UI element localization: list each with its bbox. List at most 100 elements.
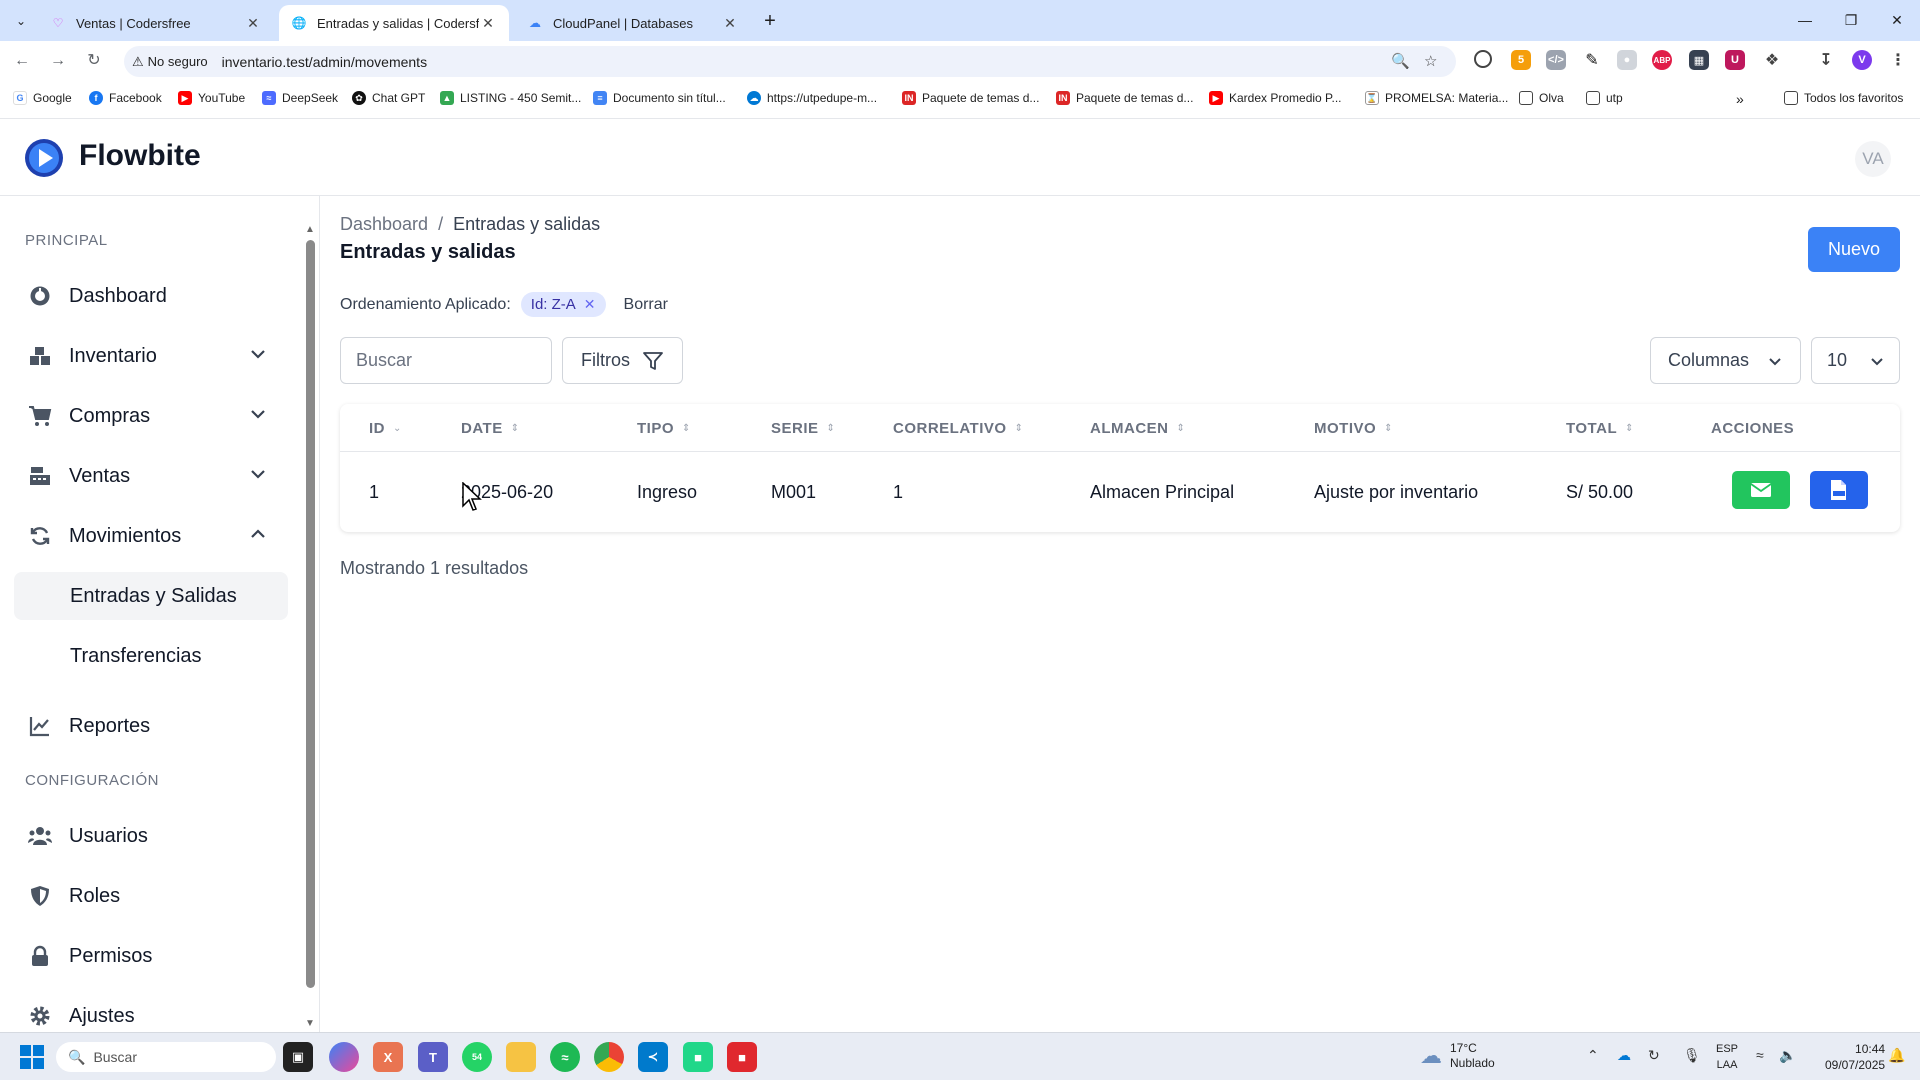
security-indicator[interactable]: ⚠ No seguro	[132, 54, 208, 70]
sync-icon[interactable]: ↻	[1648, 1047, 1660, 1064]
back-arrow-icon[interactable]: ←	[8, 49, 36, 73]
language-indicator[interactable]: ESP LAA	[1716, 1041, 1738, 1073]
breadcrumb-dashboard-link[interactable]: Dashboard	[340, 214, 428, 235]
bookmark-google[interactable]: G Google	[13, 91, 72, 105]
bookmark-kardex[interactable]: ▶ Kardex Promedio P...	[1209, 91, 1342, 105]
per-page-select[interactable]: 10	[1811, 337, 1900, 384]
reload-icon[interactable]: ↻	[80, 49, 108, 73]
scroll-up-arrow-icon[interactable]: ▲	[305, 224, 315, 235]
close-tab-icon[interactable]: ✕	[244, 15, 262, 32]
code-extension-icon[interactable]: </>	[1546, 50, 1566, 70]
download-pdf-button[interactable]	[1810, 471, 1868, 509]
windows-start-icon[interactable]	[20, 1045, 44, 1069]
zoom-magnifier-icon[interactable]: 🔍	[1391, 52, 1410, 70]
more-bookmarks-chevron-icon[interactable]: »	[1736, 91, 1744, 107]
column-header-date[interactable]: DATE ⇕	[461, 420, 520, 437]
browser-tab-entradas[interactable]: 🌐 Entradas y salidas | Codersfree ✕	[279, 5, 509, 41]
user-avatar[interactable]: VA	[1855, 141, 1891, 177]
column-header-correlativo[interactable]: CORRELATIVO ⇕	[893, 420, 1023, 437]
microphone-icon[interactable]: 🎙	[1683, 1047, 1701, 1064]
close-tab-icon[interactable]: ✕	[721, 15, 739, 32]
sidebar-item-ventas[interactable]: Ventas	[14, 452, 288, 500]
sidebar-scrollbar[interactable]	[306, 240, 315, 988]
sidebar-item-usuarios[interactable]: Usuarios	[14, 812, 288, 860]
sidebar-item-dashboard[interactable]: Dashboard	[14, 272, 288, 320]
new-tab-plus-icon[interactable]: +	[757, 8, 783, 34]
bookmark-listing[interactable]: ▲ LISTING - 450 Semit...	[440, 91, 581, 105]
column-header-almacen[interactable]: ALMACEN ⇕	[1090, 420, 1185, 437]
jetbrains-icon[interactable]: ■	[683, 1042, 713, 1072]
brand-name[interactable]: Flowbite	[79, 139, 201, 173]
column-header-motivo[interactable]: MOTIVO ⇕	[1314, 420, 1393, 437]
search-input[interactable]	[340, 337, 552, 384]
chevron-up-icon[interactable]	[248, 524, 268, 544]
taskbar-search[interactable]: 🔍 Buscar	[56, 1042, 276, 1072]
sidebar-item-permisos[interactable]: Permisos	[14, 932, 288, 980]
bookmark-documento[interactable]: ≡ Documento sin títul...	[593, 91, 726, 105]
clear-sorting-button[interactable]: Borrar	[624, 296, 668, 314]
spotify-icon[interactable]: ≈	[550, 1042, 580, 1072]
sidebar-item-ajustes[interactable]: Ajustes	[14, 992, 288, 1032]
weather-widget[interactable]: ☁ 17°C Nublado	[1420, 1041, 1495, 1071]
forward-arrow-icon[interactable]: →	[44, 49, 72, 73]
xampp-icon[interactable]: X	[373, 1042, 403, 1072]
bookmark-paquete-2[interactable]: IN Paquete de temas d...	[1056, 91, 1193, 105]
bookmark-deepseek[interactable]: ≈ DeepSeek	[262, 91, 338, 105]
close-tab-icon[interactable]: ✕	[479, 15, 497, 32]
browser-tab-ventas[interactable]: ♡ Ventas | Codersfree ✕	[38, 5, 274, 41]
sidebar-item-movimientos[interactable]: Movimientos	[14, 512, 288, 560]
chevron-down-icon[interactable]	[248, 404, 268, 424]
sidebar-item-compras[interactable]: Compras	[14, 392, 288, 440]
restore-window-icon[interactable]: ❐	[1828, 6, 1874, 34]
wifi-icon[interactable]: ≈	[1756, 1047, 1764, 1063]
sidebar-item-reportes[interactable]: Reportes	[14, 702, 288, 750]
remove-sort-close-icon[interactable]: ✕	[584, 296, 596, 313]
browser-tab-cloudpanel[interactable]: ☁ CloudPanel | Databases ✕	[515, 5, 751, 41]
columns-dropdown[interactable]: Columnas	[1650, 337, 1801, 384]
column-header-id[interactable]: ID ⌄	[369, 420, 402, 437]
qr-code-icon[interactable]: ▦	[1689, 50, 1709, 70]
browser-menu-kebab-icon[interactable]: ⋮	[1888, 50, 1908, 70]
address-bar[interactable]: ⚠ No seguro inventario.test/admin/moveme…	[124, 46, 1456, 77]
new-button[interactable]: Nuevo	[1808, 227, 1900, 272]
bookmark-youtube[interactable]: ▶ YouTube	[178, 91, 245, 105]
chevron-down-icon[interactable]	[248, 464, 268, 484]
tab-search-chevron-icon[interactable]: ⌄	[8, 8, 34, 34]
all-bookmarks-folder[interactable]: Todos los favoritos	[1784, 91, 1903, 105]
file-explorer-folder-icon[interactable]	[506, 1042, 536, 1072]
sidebar-item-inventario[interactable]: Inventario	[14, 332, 288, 380]
teams-icon[interactable]: T	[418, 1042, 448, 1072]
bookmark-paquete-1[interactable]: IN Paquete de temas d...	[902, 91, 1039, 105]
sidebar-subitem-transferencias[interactable]: Transferencias	[14, 632, 288, 680]
bookmark-promelsa[interactable]: ⌛ PROMELSA: Materia...	[1365, 91, 1508, 105]
red-app-icon[interactable]: ■	[727, 1042, 757, 1072]
chrome-icon[interactable]	[594, 1042, 624, 1072]
bookmark-folder-utp[interactable]: utp	[1586, 91, 1623, 105]
download-icon[interactable]: ↧	[1816, 50, 1836, 70]
vscode-icon[interactable]: ≺	[638, 1042, 668, 1072]
send-email-button[interactable]	[1732, 471, 1790, 509]
column-header-total[interactable]: TOTAL ⇕	[1566, 420, 1634, 437]
tray-chevron-up-icon[interactable]: ⌃	[1587, 1047, 1599, 1064]
minimize-window-icon[interactable]: —	[1782, 6, 1828, 34]
onedrive-cloud-icon[interactable]: ☁	[1617, 1047, 1631, 1064]
bookmark-folder-olva[interactable]: Olva	[1519, 91, 1564, 105]
bookmark-chatgpt[interactable]: ✿ Chat GPT	[352, 91, 425, 105]
column-header-serie[interactable]: SERIE ⇕	[771, 420, 835, 437]
filters-button[interactable]: Filtros	[562, 337, 683, 384]
system-clock[interactable]: 10:44 09/07/2025	[1825, 1041, 1885, 1073]
scroll-down-arrow-icon[interactable]: ▼	[305, 1018, 315, 1029]
whatsapp-icon[interactable]: 54	[462, 1042, 492, 1072]
sidebar-item-roles[interactable]: Roles	[14, 872, 288, 920]
copilot-icon[interactable]	[329, 1042, 359, 1072]
notification-bell-icon[interactable]: 🔔	[1888, 1047, 1905, 1064]
extensions-puzzle-icon[interactable]: ❖	[1762, 50, 1782, 70]
profile-avatar[interactable]: V	[1852, 50, 1872, 70]
close-window-icon[interactable]: ✕	[1874, 6, 1920, 34]
flowbite-logo-icon[interactable]	[24, 138, 64, 178]
extension-badge-icon[interactable]: 5	[1511, 50, 1531, 70]
adblock-icon[interactable]: ABP	[1652, 50, 1672, 70]
column-header-tipo[interactable]: TIPO ⇕	[637, 420, 691, 437]
bookmark-utpedupe[interactable]: ☁ https://utpedupe-m...	[747, 91, 877, 105]
bookmark-facebook[interactable]: f Facebook	[89, 91, 162, 105]
